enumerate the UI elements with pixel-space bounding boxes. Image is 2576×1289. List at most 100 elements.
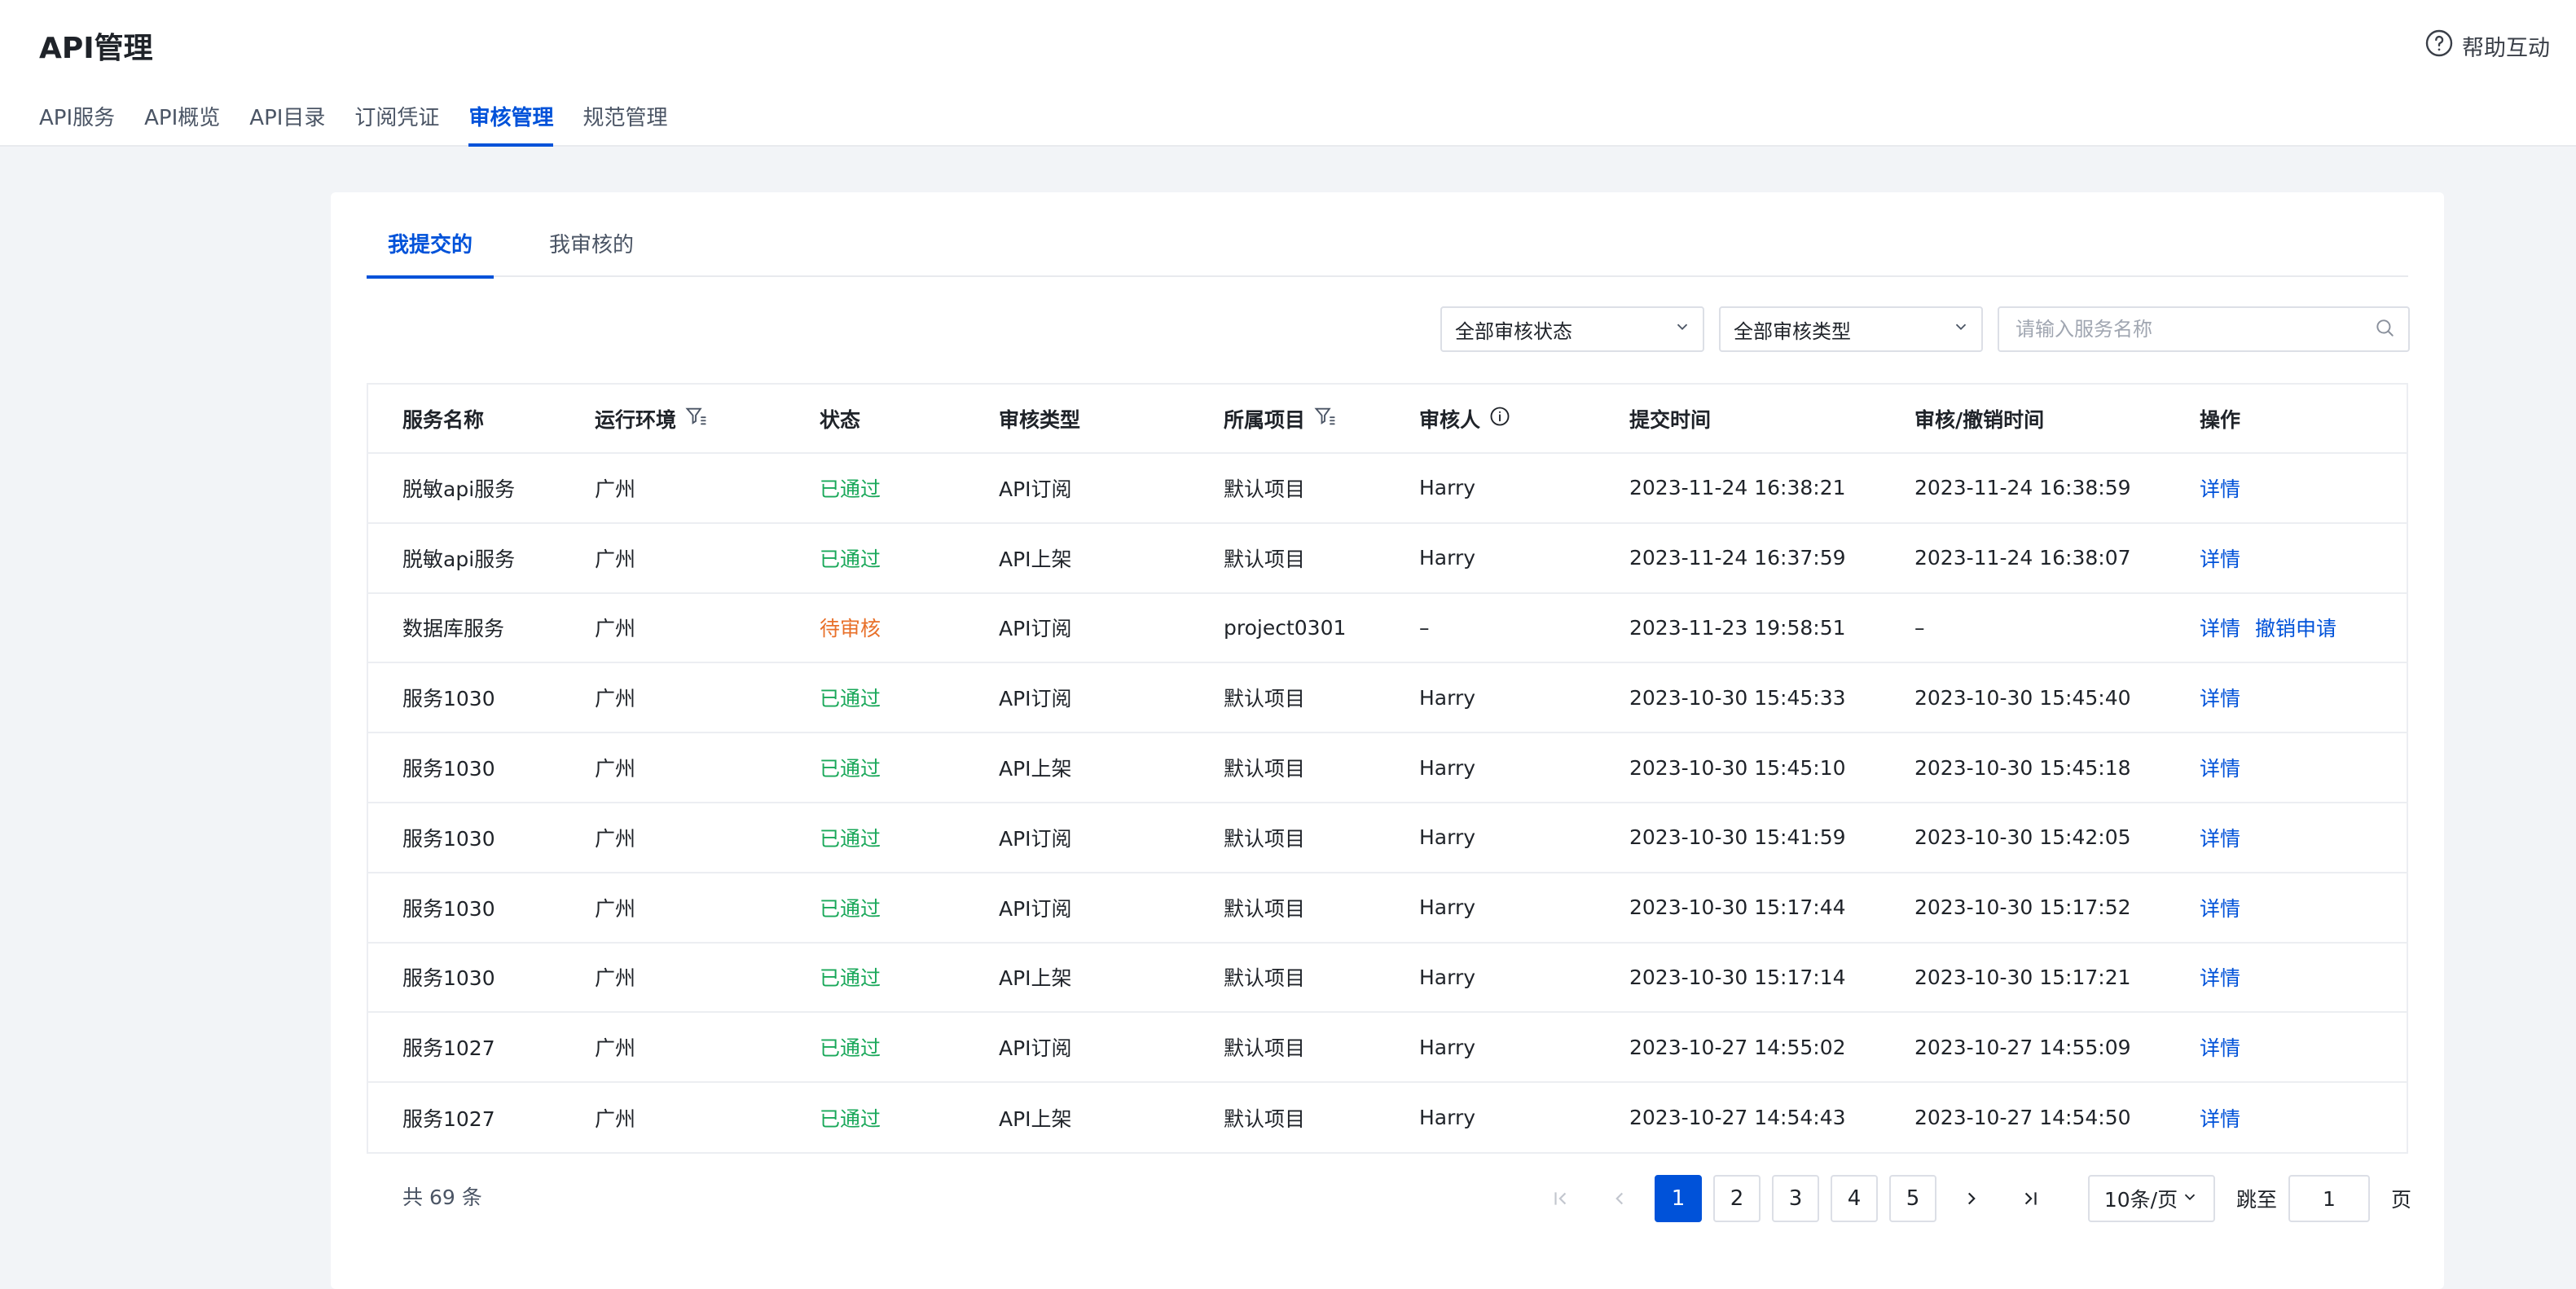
details-link[interactable]: 详情 (2200, 548, 2240, 571)
cell-env: 广州 (560, 453, 785, 524)
filter-bar: 全部审核状态 全部审核类型 (1440, 306, 2410, 352)
cell-submit-time: 2023-10-30 15:45:33 (1595, 662, 1880, 734)
cell-project: 默认项目 (1189, 522, 1385, 594)
col-header-ops: 操作 (2165, 385, 2407, 454)
next-page-icon[interactable] (1948, 1175, 1995, 1222)
details-link[interactable]: 详情 (2200, 757, 2240, 781)
cell-project: project0301 (1189, 592, 1385, 664)
jump-page-input[interactable] (2288, 1175, 2370, 1222)
cell-name: 脱敏api服务 (368, 522, 560, 594)
cell-status: 已通过 (785, 1012, 965, 1084)
review-type-select[interactable]: 全部审核类型 (1719, 306, 1983, 352)
tab-spec-management[interactable]: 规范管理 (582, 101, 667, 147)
cell-reviewer: Harry (1385, 662, 1595, 734)
cell-review-time: 2023-10-30 15:17:21 (1880, 942, 2165, 1014)
details-link[interactable]: 详情 (2200, 617, 2240, 640)
cell-status: 已通过 (785, 522, 965, 594)
cell-env: 广州 (560, 522, 785, 594)
cell-ops: 详情 (2165, 942, 2407, 1014)
chevron-down-icon (1673, 318, 1691, 341)
details-link[interactable]: 详情 (2200, 897, 2240, 921)
page-button-5[interactable]: 5 (1888, 1175, 1936, 1222)
details-link[interactable]: 详情 (2200, 966, 2240, 990)
cell-ops: 详情 (2165, 453, 2407, 524)
cell-env: 广州 (560, 802, 785, 873)
cell-type: API订阅 (965, 872, 1189, 944)
cell-type: API订阅 (965, 662, 1189, 734)
cell-name: 服务1030 (368, 732, 560, 803)
table-row: 脱敏api服务 广州 已通过 API上架 默认项目 Harry 2023-11-24 16:… (368, 522, 2407, 594)
cell-env: 广州 (595, 1106, 636, 1131)
table-row: 服务1030 广州 已通过 API订阅 默认项目 Harry 2023-10-30 15:4… (368, 802, 2407, 873)
last-page-icon[interactable] (2007, 1175, 2054, 1222)
cell-reviewer: Harry (1385, 872, 1595, 944)
cell-name: 脱敏api服务 (368, 453, 560, 524)
tab-api-services[interactable]: API服务 (39, 101, 115, 147)
cell-type: API上架 (965, 522, 1189, 594)
tab-my-submissions[interactable]: 我提交的 (367, 225, 495, 279)
cell-review-time: 2023-10-30 15:45:40 (1880, 662, 2165, 734)
cell-reviewer: Harry (1385, 942, 1595, 1014)
tab-review-management[interactable]: 审核管理 (468, 101, 554, 147)
details-link[interactable]: 详情 (2200, 687, 2240, 710)
col-header-submit-time: 提交时间 (1595, 385, 1880, 454)
cell-submit-time: 2023-10-30 15:17:14 (1595, 942, 1880, 1014)
info-icon[interactable] (1488, 405, 1511, 433)
cell-submit-time: 2023-10-30 15:41:59 (1595, 802, 1880, 873)
cell-type: API上架 (999, 1106, 1072, 1131)
cell-review-time: 2023-10-27 14:54:50 (1914, 1106, 2131, 1130)
cell-status: 已通过 (785, 872, 965, 944)
cell-status: 已通过 (785, 942, 965, 1014)
cell-type: API订阅 (965, 802, 1189, 873)
cell-submit-time: 2023-10-30 15:17:44 (1595, 872, 1880, 944)
tab-subscription-credentials[interactable]: 订阅凭证 (354, 101, 439, 147)
cell-type: API上架 (965, 942, 1189, 1014)
cell-ops: 详情 (2165, 732, 2407, 803)
page-button-3[interactable]: 3 (1771, 1175, 1819, 1222)
review-status-value: 全部审核状态 (1455, 319, 1572, 343)
details-link[interactable]: 详情 (2200, 1036, 2240, 1060)
col-header-status: 状态 (785, 385, 965, 454)
cell-submit-time: 2023-11-24 16:37:59 (1595, 522, 1880, 594)
table-row: 服务1030 广州 已通过 API上架 默认项目 Harry 2023-10-30 15:1… (368, 942, 2407, 1014)
cell-review-time: 2023-11-24 16:38:59 (1880, 453, 2165, 524)
tab-my-reviews[interactable]: 我审核的 (528, 225, 655, 277)
tab-api-overview[interactable]: API概览 (144, 101, 220, 147)
cell-review-time: 2023-11-24 16:38:07 (1880, 522, 2165, 594)
col-header-name: 服务名称 (368, 385, 560, 454)
page-button-4[interactable]: 4 (1830, 1175, 1878, 1222)
page-button-1[interactable]: 1 (1654, 1175, 1702, 1222)
details-link[interactable]: 详情 (2200, 1107, 2240, 1131)
jump-label: 跳至 (2235, 1188, 2277, 1212)
filter-icon[interactable] (1313, 405, 1336, 433)
service-search-input[interactable] (2016, 318, 2374, 341)
chevron-down-icon (1952, 318, 1970, 341)
cell-name: 数据库服务 (368, 592, 560, 664)
search-icon[interactable] (2374, 317, 2395, 341)
prev-page-icon[interactable] (1596, 1175, 1643, 1222)
cell-status: 已通过 (785, 802, 965, 873)
cell-name: 服务1030 (368, 802, 560, 873)
cell-project: 默认项目 (1189, 453, 1385, 524)
table-row: 服务1027 广州 已通过 API上架 默认项目 Harry 2023-10-27 14:5… (368, 1082, 2407, 1152)
filter-icon[interactable] (684, 405, 707, 433)
details-link[interactable]: 详情 (2200, 477, 2240, 501)
table-body: 脱敏api服务 广州 已通过 API订阅 默认项目 Harry 2023-11-24 16:… (368, 453, 2407, 1152)
cell-type: API订阅 (965, 1012, 1189, 1084)
cell-env: 广州 (560, 732, 785, 803)
first-page-icon[interactable] (1537, 1175, 1585, 1222)
help-button[interactable]: 帮助互动 (2424, 29, 2550, 62)
page-button-2[interactable]: 2 (1712, 1175, 1761, 1222)
withdraw-request-link[interactable]: 撤销申请 (2255, 617, 2336, 640)
page-suffix: 页 (2390, 1188, 2411, 1212)
review-status-select[interactable]: 全部审核状态 (1440, 306, 1704, 352)
cell-status: 已通过 (785, 732, 965, 803)
cell-ops: 详情 (2165, 872, 2407, 944)
cell-reviewer: Harry (1419, 1106, 1476, 1130)
page-size-select[interactable]: 10条/页 (2087, 1175, 2215, 1222)
review-card: 我提交的 我审核的 全部审核状态 全部审核类型 请输入服务名称 服务名称 运行环… (331, 192, 2444, 1289)
cell-project: 默认项目 (1189, 732, 1385, 803)
tab-api-catalog[interactable]: API目录 (249, 101, 325, 147)
page-header: API管理 帮助互动 API服务 API概览 API目录 订阅凭证 审核管理 规… (0, 0, 2576, 147)
details-link[interactable]: 详情 (2200, 827, 2240, 851)
